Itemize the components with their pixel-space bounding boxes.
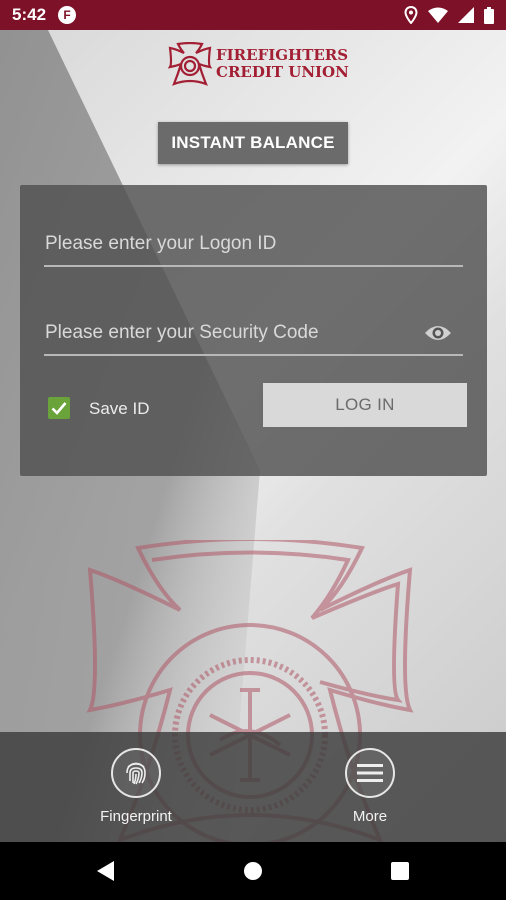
fingerprint-label: Fingerprint (100, 808, 172, 825)
log-in-button[interactable]: LOG IN (263, 383, 467, 427)
logo-text: FIREFIGHTERS CREDIT UNION (216, 47, 349, 81)
signal-icon (458, 7, 474, 23)
battery-icon (484, 6, 494, 24)
more-button[interactable]: More (315, 748, 425, 825)
system-navigation-bar (0, 842, 506, 900)
back-triangle-icon (97, 861, 114, 881)
show-password-eye-icon[interactable] (423, 320, 453, 346)
logon-id-input[interactable]: Please enter your Logon ID (44, 231, 463, 267)
status-time: 5:42 (12, 5, 47, 24)
home-circle-icon (244, 862, 262, 880)
hamburger-menu-icon (357, 764, 383, 782)
fingerprint-icon (126, 762, 146, 785)
login-panel: Please enter your Logon ID Please enter … (20, 185, 487, 476)
save-id-checkbox[interactable] (48, 397, 70, 419)
credit-union-logo: FIREFIGHTERS CREDIT UNION (168, 42, 349, 86)
logo-line-2: CREDIT UNION (216, 63, 349, 81)
bottom-action-bar: Fingerprint More (0, 732, 506, 842)
location-icon (404, 6, 418, 24)
back-button[interactable] (96, 842, 116, 900)
save-id-label: Save ID (89, 399, 150, 418)
status-icons (404, 6, 494, 24)
recents-button[interactable] (390, 842, 410, 900)
security-code-placeholder: Please enter your Security Code (45, 322, 319, 343)
app-notification-icon: F (58, 6, 77, 24)
wifi-icon (428, 7, 448, 23)
fingerprint-icon-circle (111, 748, 161, 798)
more-icon-circle (345, 748, 395, 798)
checkmark-icon (51, 402, 67, 415)
status-bar: 5:42 F (0, 0, 506, 30)
more-label: More (352, 808, 388, 825)
maltese-cross-logo-icon (168, 42, 212, 86)
fingerprint-button[interactable]: Fingerprint (81, 748, 191, 825)
instant-balance-button[interactable]: INSTANT BALANCE (158, 122, 348, 164)
logo-line-1: FIREFIGHTERS (216, 46, 349, 64)
home-button[interactable] (243, 842, 263, 900)
logon-id-placeholder: Please enter your Logon ID (45, 233, 277, 254)
recents-square-icon (391, 862, 409, 880)
security-code-input[interactable]: Please enter your Security Code (44, 320, 463, 356)
